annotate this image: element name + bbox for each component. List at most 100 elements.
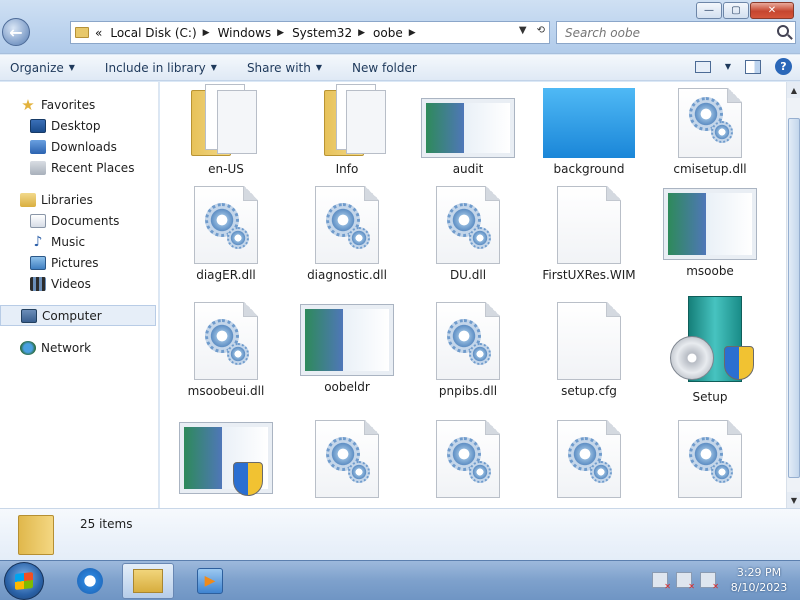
- nav-videos[interactable]: Videos: [0, 273, 158, 294]
- search-box[interactable]: [556, 21, 796, 44]
- include-in-library-label: Include in library: [104, 60, 206, 75]
- internet-explorer-icon: e: [77, 568, 103, 594]
- music-note-icon: ♪: [33, 233, 43, 250]
- volume-muted-icon[interactable]: [700, 572, 719, 591]
- image-thumbnail: [663, 188, 757, 260]
- nav-network[interactable]: Network: [0, 337, 158, 358]
- nav-libraries[interactable]: Libraries: [0, 189, 158, 210]
- file-item[interactable]: msoobe: [655, 186, 765, 278]
- file-item[interactable]: audit: [413, 82, 523, 176]
- gear-icon: [469, 461, 491, 483]
- share-with-menu[interactable]: Share with ▼: [247, 61, 322, 75]
- nav-recent-places[interactable]: Recent Places: [0, 157, 158, 178]
- file-name: audit: [452, 162, 484, 176]
- include-in-library-menu[interactable]: Include in library ▼: [105, 61, 217, 75]
- taskbar-media-player[interactable]: ▶: [184, 563, 236, 599]
- desktop-icon: [30, 118, 46, 133]
- file-item[interactable]: [171, 422, 281, 496]
- nav-documents[interactable]: Documents: [0, 210, 158, 231]
- window-controls: — ▢ ✕: [695, 2, 794, 19]
- file-item[interactable]: pnpibs.dll: [413, 302, 523, 398]
- clock[interactable]: 3:29 PM 8/10/2023: [724, 565, 794, 595]
- file-item[interactable]: msoobeui.dll: [171, 302, 281, 398]
- details-pane: 25 items: [0, 508, 800, 560]
- nav-desktop[interactable]: Desktop: [0, 115, 158, 136]
- organize-menu[interactable]: Organize ▼: [10, 61, 75, 75]
- search-icon[interactable]: [777, 25, 789, 37]
- pictures-icon: [30, 255, 46, 270]
- chevron-down-icon[interactable]: ▼: [725, 62, 731, 71]
- chevron-right-icon[interactable]: ▶: [358, 28, 365, 38]
- breadcrumb-local-disk[interactable]: Local Disk (C:) ▶: [110, 26, 209, 40]
- file-item[interactable]: Setup: [655, 296, 765, 404]
- item-count: 25 items: [80, 517, 133, 531]
- close-button[interactable]: ✕: [750, 2, 794, 19]
- nav-label: Favorites: [41, 97, 96, 112]
- nav-favorites[interactable]: ★ Favorites: [0, 94, 158, 115]
- nav-computer[interactable]: Computer: [0, 305, 156, 326]
- view-controls: ▼ ?: [694, 58, 792, 75]
- search-input[interactable]: [565, 25, 765, 40]
- chevron-right-icon[interactable]: ▶: [409, 28, 416, 38]
- vertical-scrollbar[interactable]: ▲ ▼: [786, 82, 800, 508]
- minimize-button[interactable]: —: [696, 2, 722, 19]
- address-bar[interactable]: « Local Disk (C:) ▶ Windows ▶ System32 ▶ oo…: [70, 21, 550, 44]
- start-button[interactable]: [4, 562, 44, 600]
- nav-music[interactable]: ♪ Music: [0, 231, 158, 252]
- file-item[interactable]: background: [534, 82, 644, 176]
- change-view-icon[interactable]: [694, 60, 711, 73]
- nav-label: Libraries: [41, 192, 93, 207]
- file-item[interactable]: [292, 420, 402, 498]
- share-with-label: Share with: [246, 60, 311, 75]
- network-status-icon[interactable]: [676, 572, 695, 591]
- nav-pictures[interactable]: Pictures: [0, 252, 158, 273]
- taskbar-internet-explorer[interactable]: e: [64, 563, 116, 599]
- chevron-right-icon[interactable]: ▶: [277, 28, 284, 38]
- file-list: en-US Info audit background cmisetup.dll…: [160, 82, 786, 508]
- blank-file-icon: [557, 186, 621, 264]
- file-item[interactable]: oobeldr: [292, 302, 402, 394]
- image-thumbnail: [179, 422, 273, 496]
- taskbar-windows-explorer[interactable]: [122, 563, 174, 599]
- file-item[interactable]: [534, 420, 644, 498]
- action-center-icon[interactable]: [652, 572, 671, 591]
- chevron-down-icon: ▼: [210, 63, 217, 72]
- help-icon[interactable]: ?: [775, 58, 792, 75]
- file-item[interactable]: [655, 420, 765, 498]
- file-item[interactable]: Info: [292, 82, 402, 176]
- scroll-up-icon[interactable]: ▲: [787, 82, 800, 98]
- file-item[interactable]: diagnostic.dll: [292, 186, 402, 282]
- image-thumbnail: [300, 304, 394, 376]
- file-name: cmisetup.dll: [673, 162, 747, 176]
- back-button[interactable]: ←: [2, 18, 30, 46]
- file-item[interactable]: FirstUXRes.WIM: [534, 186, 644, 282]
- file-name: background: [553, 162, 625, 176]
- file-item[interactable]: DU.dll: [413, 186, 523, 282]
- file-name: msoobe: [686, 264, 734, 278]
- file-item[interactable]: en-US: [171, 82, 281, 176]
- command-bar: Organize ▼ Include in library ▼ Share with…: [0, 55, 800, 81]
- breadcrumb-system32[interactable]: System32 ▶: [292, 26, 365, 40]
- star-icon: ★: [21, 95, 35, 114]
- history-dropdown-icon[interactable]: ▼: [519, 25, 527, 36]
- folder-icon: [312, 84, 386, 158]
- file-item[interactable]: [413, 420, 523, 498]
- file-item[interactable]: diagER.dll: [171, 186, 281, 282]
- file-item[interactable]: cmisetup.dll: [655, 82, 765, 176]
- scroll-down-icon[interactable]: ▼: [787, 492, 800, 508]
- breadcrumb-windows[interactable]: Windows ▶: [218, 26, 285, 40]
- breadcrumb-overflow[interactable]: «: [95, 26, 102, 40]
- nav-downloads[interactable]: Downloads: [0, 136, 158, 157]
- file-name: msoobeui.dll: [187, 384, 265, 398]
- dll-file-icon: [436, 420, 500, 498]
- new-folder-button[interactable]: New folder: [352, 61, 417, 75]
- preview-pane-icon[interactable]: [745, 59, 761, 74]
- maximize-button[interactable]: ▢: [723, 2, 749, 19]
- refresh-icon[interactable]: ⟲: [537, 25, 545, 36]
- scroll-thumb[interactable]: [788, 118, 800, 478]
- chevron-right-icon[interactable]: ▶: [203, 28, 210, 38]
- file-item[interactable]: setup.cfg: [534, 302, 644, 398]
- breadcrumb-oobe[interactable]: oobe ▶: [373, 26, 416, 40]
- media-player-icon: ▶: [197, 568, 223, 594]
